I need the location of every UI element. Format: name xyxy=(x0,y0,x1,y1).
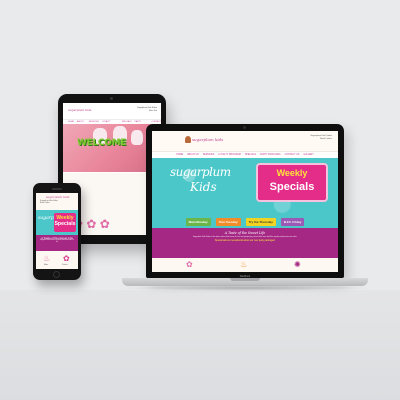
laptop-logo[interactable]: sugarplum kids xyxy=(192,137,223,142)
tablet-contact-line: Mon–Sat xyxy=(148,110,157,112)
phone-hero: sugarplum Kids Weekly Specials xyxy=(36,210,78,235)
specials-line2: Specials xyxy=(269,181,315,193)
mani-monday-button[interactable]: Mani Monday xyxy=(185,218,211,226)
tablet-contact: Sugarplum Kids Salon Mon–Sat xyxy=(137,107,157,113)
phone-icon-caption: Parties xyxy=(62,264,68,266)
phone-speaker xyxy=(52,188,62,190)
nail-image xyxy=(131,130,143,145)
laptop-contact: Sugarplum Kids Salon Book Online xyxy=(310,135,332,141)
brand-subtitle: Kids xyxy=(190,180,217,194)
laptop-icons-row: ✿ ♨ ✺ xyxy=(152,258,338,272)
phone-icons-row: ♨ ✿ Mani Parties xyxy=(36,253,78,269)
taste-section: A Taste of the Sweet Life Sugarplum Kids… xyxy=(152,228,338,258)
brand-title: sugarplum xyxy=(170,165,231,179)
phone-icon-caption: Mani xyxy=(44,264,48,266)
flower-icon: ✿ xyxy=(186,260,193,269)
tablet-welcome-text: WELCOME xyxy=(77,138,127,148)
cupcake-icon xyxy=(185,136,191,143)
phone-specials-sign: Weekly Specials xyxy=(54,213,76,232)
taste-body: Sugarplum Kids Salon is the place where … xyxy=(192,236,298,238)
phone-logo[interactable]: sugarplum kids xyxy=(46,195,69,199)
weekly-specials-sign: Weekly Specials xyxy=(256,163,328,202)
taste-highlight: Special ask our receptionist about our n… xyxy=(214,239,276,242)
laptop-shadow xyxy=(118,285,372,291)
specials-buttons: Mani Monday Tutu Tuesday Try the Thursda… xyxy=(152,216,338,228)
laptop-screen: sugarplum kids Sugarplum Kids Salon Book… xyxy=(152,131,338,272)
laptop-header: sugarplum kids Sugarplum Kids Salon Book… xyxy=(152,131,338,151)
laptop-contact-line[interactable]: Book Online xyxy=(310,138,332,141)
flower-icon: ✿ xyxy=(63,254,70,263)
phone-device: sugarplum kids Sugarplum Kids Salon Book… xyxy=(33,183,81,280)
cupcake-icon: ♨ xyxy=(43,254,51,263)
cupcake-icon: ♨ xyxy=(240,260,248,269)
specials-line1: Weekly xyxy=(276,168,308,178)
laptop-hero: sugarplum Kids Weekly Specials xyxy=(152,158,338,216)
laptop-device: sugarplum kids Sugarplum Kids Salon Book… xyxy=(146,124,344,278)
phone-contact-line[interactable]: Book Online xyxy=(40,202,58,204)
laptop-notch xyxy=(230,278,260,281)
laptop-brand-label: MacBook xyxy=(239,275,251,278)
taste-heading: A Taste of the Sweet Life xyxy=(224,231,266,235)
desk-surface xyxy=(0,290,400,400)
laptop-camera xyxy=(243,126,246,129)
try-thursday-button[interactable]: Try the Thursday xyxy=(245,218,276,226)
tablet-header: sugarplum kids Sugarplum Kids Salon Mon–… xyxy=(63,103,161,119)
bff-friday-button[interactable]: B.F.F. Friday xyxy=(280,218,305,226)
tablet-logo[interactable]: sugarplum kids xyxy=(68,108,91,112)
home-button[interactable] xyxy=(53,271,60,278)
phone-taste-body: Sugarplum Kids Salon is the place where … xyxy=(39,240,74,243)
tutu-tuesday-button[interactable]: Tutu Tuesday xyxy=(215,218,241,226)
phone-taste-section: A Taste of the Sweet Life Sugarplum Kids… xyxy=(36,235,78,251)
phone-contact: Sugarplum Kids Salon Book Online xyxy=(40,200,58,205)
tablet-camera xyxy=(110,97,113,100)
phone-screen: sugarplum kids Sugarplum Kids Salon Book… xyxy=(36,193,78,269)
party-icon: ✺ xyxy=(294,260,301,269)
phone-specials-line2: Specials xyxy=(54,221,76,227)
